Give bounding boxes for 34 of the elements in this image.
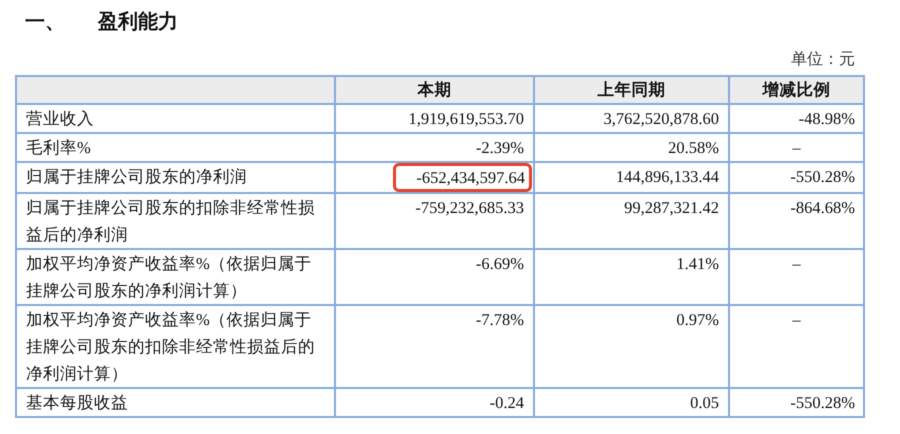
- column-header: 上年同期: [534, 76, 729, 104]
- table-cell: 99,287,321.42: [624, 198, 719, 217]
- section-title: 盈利能力: [98, 10, 178, 35]
- table-cell: -0.24: [490, 393, 524, 412]
- section-number: 一、: [25, 10, 66, 35]
- table-cell: -759,232,685.33: [415, 198, 524, 217]
- dash-cell: –: [792, 310, 801, 329]
- table-cell: -6.69%: [476, 254, 524, 273]
- column-header: 增减比例: [729, 76, 864, 104]
- table-cell: 144,896,133.44: [616, 167, 719, 186]
- table-cell: 20.58%: [668, 138, 719, 157]
- row-label: 归属于挂牌公司股东的净利润: [26, 167, 247, 186]
- table-cell: 0.05: [690, 393, 719, 412]
- table-cell: -48.98%: [798, 109, 855, 128]
- unit-label: 单位：元: [791, 50, 855, 70]
- table-cell: -550.28%: [790, 167, 855, 186]
- row-label: 毛利率%: [26, 138, 91, 157]
- row-label: 加权平均净资产收益率%（依据归属于挂牌公司股东的净利润计算）: [26, 254, 312, 300]
- dash-cell: –: [792, 254, 801, 273]
- dash-cell: –: [792, 138, 801, 157]
- table-cell: -7.78%: [476, 310, 524, 329]
- table-cell: -2.39%: [476, 138, 524, 157]
- row-label: 基本每股收益: [26, 393, 128, 412]
- table-cell: 1,919,619,553.70: [408, 109, 524, 128]
- highlighted-cell: -652,434,597.64: [393, 163, 532, 192]
- row-label: 归属于挂牌公司股东的扣除非经常性损益后的净利润: [26, 198, 315, 244]
- table-cell: 1.41%: [676, 254, 719, 273]
- table-cell: 3,762,520,878.60: [604, 109, 719, 128]
- table-cell: 0.97%: [676, 310, 719, 329]
- row-label: 加权平均净资产收益率%（依据归属于挂牌公司股东的扣除非经常性损益后的净利润计算）: [26, 310, 315, 383]
- column-header: 本期: [335, 76, 534, 104]
- table-cell: -550.28%: [790, 393, 855, 412]
- table-cell: -864.68%: [790, 198, 855, 217]
- row-label: 营业收入: [26, 109, 94, 128]
